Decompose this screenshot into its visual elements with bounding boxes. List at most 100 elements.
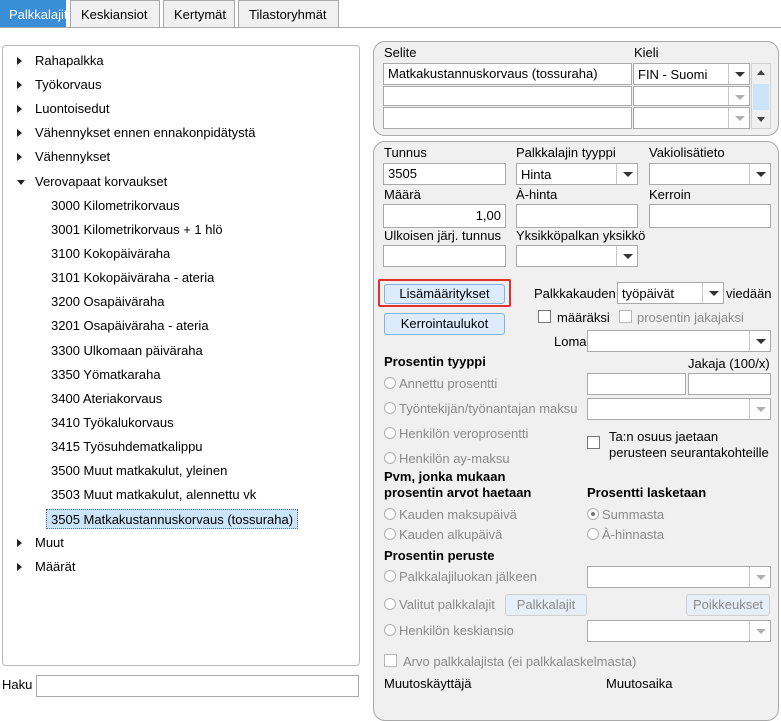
scroll-up-icon[interactable] <box>757 70 765 75</box>
expand-icon[interactable] <box>17 105 22 113</box>
keskiansio-radio[interactable] <box>384 624 396 636</box>
annettu-radio[interactable] <box>384 377 396 389</box>
luokan-jalkeen-radio[interactable] <box>384 570 396 582</box>
selite-input-row3[interactable] <box>383 107 632 129</box>
tyyppi-dropdown[interactable]: Hinta <box>516 163 638 185</box>
scroll-thumb[interactable] <box>753 84 769 110</box>
maaraksi-checkbox[interactable] <box>538 310 551 323</box>
tab-keskiansiot[interactable]: Keskiansiot <box>70 0 160 27</box>
tree-leaf-3100[interactable]: 3100 Kokopäiväraha <box>51 244 170 264</box>
tree-leaf-3400[interactable]: 3400 Ateriakorvaus <box>51 389 162 409</box>
prosentti-input[interactable] <box>587 373 686 395</box>
summasta-radio[interactable] <box>587 508 599 520</box>
expand-icon[interactable] <box>17 539 22 547</box>
tab-palkkalajit[interactable]: Palkkalajit <box>0 0 68 27</box>
ay-maksu-radio[interactable] <box>384 452 396 464</box>
dropdown-button[interactable] <box>749 331 770 351</box>
expand-icon[interactable] <box>17 129 22 137</box>
tyyppi-label: Palkkalajin tyyppi <box>516 145 616 160</box>
tunnus-input[interactable]: 3505 <box>383 163 506 185</box>
kauden-maksu-label: Kauden maksupäivä <box>399 507 517 522</box>
tree-leaf-3500[interactable]: 3500 Muut matkakulut, yleinen <box>51 461 227 481</box>
tree-leaf-3000[interactable]: 3000 Kilometrikorvaus <box>51 196 180 216</box>
vakio-dropdown[interactable] <box>649 163 771 185</box>
loma-dropdown[interactable] <box>587 330 771 352</box>
tree-leaf-3505-selected[interactable]: 3505 Matkakustannuskorvaus (tossuraha) <box>46 509 299 529</box>
prosentin-jakajaksi-checkbox[interactable] <box>619 310 632 323</box>
annettu-label: Annettu prosentti <box>399 376 498 391</box>
luokka-dropdown[interactable] <box>587 566 771 588</box>
tyontekija-radio[interactable] <box>384 402 396 414</box>
tree-leaf-3300[interactable]: 3300 Ulkomaan päiväraha <box>51 341 203 361</box>
dropdown-button[interactable] <box>728 108 749 128</box>
chevron-down-icon <box>735 72 745 77</box>
chevron-down-icon <box>756 172 766 177</box>
jakaja-input[interactable] <box>688 373 771 395</box>
dropdown-button[interactable] <box>749 164 770 184</box>
palkkakauden-dropdown[interactable]: työpäivät <box>617 282 724 304</box>
kauden-alku-radio[interactable] <box>384 528 396 540</box>
ahinta-input[interactable] <box>516 204 638 228</box>
ahinnasta-radio[interactable] <box>587 528 599 540</box>
expand-icon[interactable] <box>17 563 22 571</box>
dropdown-button[interactable] <box>616 164 637 184</box>
kauden-maksu-radio[interactable] <box>384 508 396 520</box>
palkkalajit-button[interactable]: Palkkalajit <box>505 594 587 616</box>
dropdown-button[interactable] <box>728 64 749 84</box>
tree-leaf-3001[interactable]: 3001 Kilometrikorvaus + 1 hlö <box>51 220 223 240</box>
tan-osuus-checkbox[interactable] <box>587 436 600 449</box>
salary-type-tree[interactable]: Rahapalkka Työkorvaus Luontoisedut Vähen… <box>2 45 360 666</box>
loma-label: Loma <box>554 334 587 349</box>
dropdown-button[interactable] <box>749 621 770 641</box>
keskiansio-dropdown[interactable] <box>587 620 771 642</box>
prosentin-jakajaksi-label: prosentin jakajaksi <box>637 310 744 325</box>
arvo-palkkalajista-checkbox[interactable] <box>384 654 397 667</box>
maara-input[interactable]: 1,00 <box>383 204 506 228</box>
kieli-dropdown-row3[interactable] <box>633 107 750 129</box>
tab-divider <box>0 27 781 28</box>
search-input[interactable] <box>36 675 359 697</box>
expand-icon[interactable] <box>17 57 22 65</box>
expand-icon[interactable] <box>17 81 22 89</box>
kieli-dropdown[interactable]: FIN - Suomi <box>633 63 750 85</box>
kerrointaulukot-button[interactable]: Kerrointaulukot <box>384 313 505 335</box>
kerroin-input[interactable] <box>649 204 771 228</box>
vakio-label: Vakiolisätieto <box>649 145 725 160</box>
arvo-palkkalajista-label: Arvo palkkalajista (ei palkkalaskelmasta… <box>403 654 637 669</box>
dropdown-button[interactable] <box>749 399 770 419</box>
grid-scrollbar[interactable] <box>751 63 771 129</box>
ulkoinen-input[interactable] <box>383 245 506 267</box>
selite-input[interactable]: Matkakustannuskorvaus (tossuraha) <box>383 63 632 85</box>
tab-kertymat[interactable]: Kertymät <box>163 0 235 27</box>
scroll-down-icon[interactable] <box>757 117 765 122</box>
tree-leaf-3101[interactable]: 3101 Kokopäiväraha - ateria <box>51 268 214 288</box>
selite-input-row2[interactable] <box>383 86 632 106</box>
tree-node-label: Vähennykset ennen ennakonpidätystä <box>35 125 256 140</box>
yksikko-dropdown[interactable] <box>516 245 638 267</box>
tree-node-label: Rahapalkka <box>35 53 104 68</box>
tree-leaf-3350[interactable]: 3350 Yömatkaraha <box>51 365 161 385</box>
muutosaika-label: Muutosaika <box>606 676 673 691</box>
tree-leaf-3201[interactable]: 3201 Osapäiväraha - ateria <box>51 316 209 336</box>
poikkeukset-button[interactable]: Poikkeukset <box>686 594 770 616</box>
dropdown-button[interactable] <box>616 246 637 266</box>
pvm-heading-1: Pvm, jonka mukaan <box>384 469 506 484</box>
tab-tilastoryhmat[interactable]: Tilastoryhmät <box>238 0 339 27</box>
tree-node-label: Muut <box>35 535 64 550</box>
tree-leaf-3410[interactable]: 3410 Työkalukorvaus <box>51 413 174 433</box>
tree-leaf-3415[interactable]: 3415 Työsuhdematkalippu <box>51 437 203 457</box>
veroprosentti-radio[interactable] <box>384 427 396 439</box>
dropdown-button[interactable] <box>702 283 723 303</box>
expand-icon[interactable] <box>17 153 22 161</box>
chevron-down-icon <box>709 291 719 296</box>
tree-leaf-3200[interactable]: 3200 Osapäiväraha <box>51 292 164 312</box>
viedaan-label: viedään <box>726 286 772 301</box>
tree-leaf-3503[interactable]: 3503 Muut matkakulut, alennettu vk <box>51 485 256 505</box>
maksu-dropdown[interactable] <box>587 398 771 420</box>
lisamaaritykset-button[interactable]: Lisämääritykset <box>384 284 505 304</box>
collapse-icon[interactable] <box>17 180 25 185</box>
dropdown-button[interactable] <box>749 567 770 587</box>
kieli-dropdown-row2[interactable] <box>633 86 750 106</box>
valitut-radio[interactable] <box>384 598 396 610</box>
dropdown-button[interactable] <box>728 87 749 105</box>
